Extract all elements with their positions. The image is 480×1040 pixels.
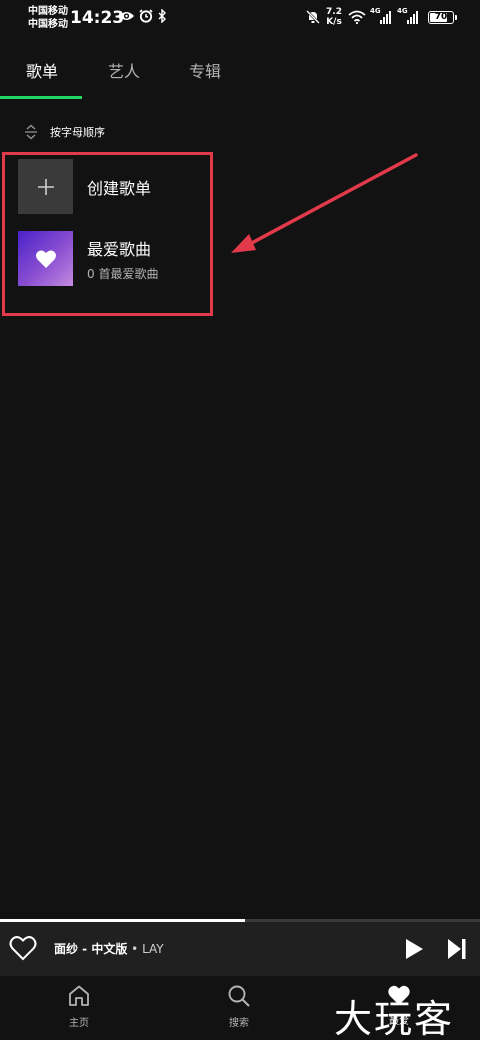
play-icon[interactable] bbox=[404, 938, 424, 960]
now-playing-info: 面纱 - 中文版 • LAY bbox=[54, 942, 164, 956]
nav-search[interactable]: 搜索 bbox=[199, 984, 279, 1029]
nav-home[interactable]: 主页 bbox=[39, 984, 119, 1029]
search-icon bbox=[228, 985, 250, 1007]
watermark-text: 大玩客 bbox=[334, 997, 455, 1040]
skip-next-icon[interactable] bbox=[447, 938, 467, 960]
nav-search-label: 搜索 bbox=[229, 1018, 249, 1029]
home-icon bbox=[69, 985, 89, 1006]
now-playing-title: 面纱 - 中文版 bbox=[54, 942, 128, 956]
battery-level: 70 bbox=[434, 12, 448, 22]
nav-home-label: 主页 bbox=[69, 1018, 89, 1029]
now-playing-bar[interactable]: 面纱 - 中文版 • LAY bbox=[0, 922, 480, 976]
heart-outline-icon[interactable] bbox=[9, 935, 37, 961]
annotation-arrow bbox=[231, 153, 418, 253]
now-playing-artist: LAY bbox=[142, 942, 164, 956]
